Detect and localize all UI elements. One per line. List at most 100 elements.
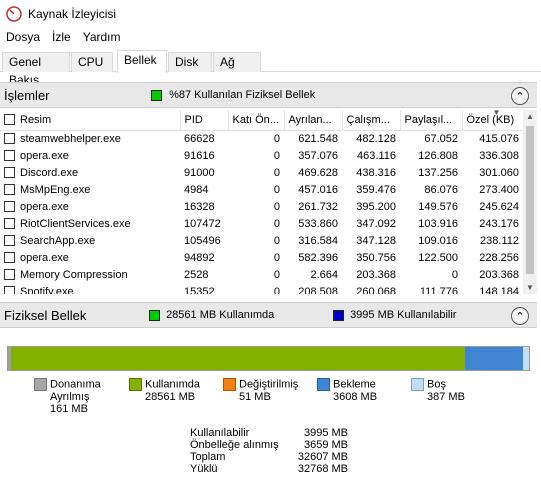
- table-row[interactable]: MsMpEng.exe 4984 0 457.016 359.476 86.076 273.…: [0, 181, 523, 198]
- table-header-row: Resim PID Katı Ön... Ayrılan... Çalışm..…: [0, 110, 523, 131]
- table-row[interactable]: steamwebhelper.exe 66628 0 621.548 482.128 67…: [0, 130, 523, 147]
- column-header-hard-faults[interactable]: Katı Ön...: [228, 110, 285, 131]
- stat-cached: Önbelleğe alınmış 3659 MB: [190, 439, 348, 451]
- stat-available: Kullanılabilir 3995 MB: [190, 427, 348, 439]
- table-row[interactable]: opera.exe 16328 0 261.732 395.200 149.576 245.…: [0, 198, 523, 215]
- row-checkbox[interactable]: [4, 184, 15, 196]
- table-cell: 0: [273, 251, 280, 264]
- table-row[interactable]: Memory Compression 2528 0 2.664 203.368 0 203.…: [0, 266, 523, 283]
- scroll-down-arrow-icon[interactable]: ▼: [523, 283, 537, 292]
- menu-bar: Dosya İzle Yardım: [0, 28, 127, 46]
- process-name-cell: opera.exe: [0, 147, 180, 164]
- table-cell: 111.776: [419, 285, 458, 295]
- table-cell: 15352: [184, 285, 215, 295]
- table-cell: 91616: [184, 149, 215, 162]
- table-cell: 260.068: [356, 285, 396, 295]
- table-cell: 203.368: [356, 268, 396, 281]
- column-header-commit[interactable]: Ayrılan...: [284, 110, 343, 131]
- table-cell: 0: [273, 200, 280, 213]
- column-header-working-set[interactable]: Çalışm...: [342, 110, 401, 131]
- table-cell: 245.624: [479, 200, 519, 213]
- memory-bar-segment: [522, 347, 529, 370]
- collapse-physical-memory-button[interactable]: ⌃: [511, 307, 529, 325]
- legend-free: Boş 387 MB: [411, 378, 465, 403]
- row-checkbox[interactable]: [4, 269, 15, 281]
- row-checkbox[interactable]: [4, 201, 15, 213]
- tab-memory[interactable]: Bellek: [117, 50, 167, 73]
- processes-header[interactable]: İşlemler %87 Kullanılan Fiziksel Bellek …: [0, 82, 537, 108]
- row-checkbox[interactable]: [4, 133, 15, 145]
- table-cell: 582.396: [298, 251, 338, 264]
- table-cell: 316.584: [298, 234, 338, 247]
- tab-cpu[interactable]: CPU: [71, 52, 113, 72]
- row-checkbox[interactable]: [4, 252, 15, 264]
- stat-installed: Yüklü 32768 MB: [190, 463, 348, 475]
- table-cell: 66628: [184, 132, 215, 145]
- menu-view[interactable]: İzle: [52, 30, 71, 44]
- legend-modified: Değiştirilmiş 51 MB: [223, 378, 298, 403]
- table-cell: 621.548: [298, 132, 338, 145]
- menu-file[interactable]: Dosya: [6, 30, 40, 44]
- process-name-cell: SearchApp.exe: [0, 232, 180, 249]
- physical-memory-title: Fiziksel Bellek: [4, 307, 87, 323]
- chevron-up-icon: ⌃: [515, 90, 525, 103]
- table-cell: 103.916: [418, 217, 458, 230]
- column-header-private[interactable]: ▼ Özel (KB): [462, 110, 523, 131]
- table-cell: 0: [273, 132, 280, 145]
- table-cell: 347.128: [356, 234, 396, 247]
- table-cell: 336.308: [479, 149, 519, 162]
- legend-swatch: [317, 378, 330, 391]
- table-cell: 395.200: [356, 200, 396, 213]
- column-header-image[interactable]: Resim: [0, 110, 181, 131]
- table-cell: 347.092: [356, 217, 396, 230]
- table-cell: 94892: [184, 251, 215, 264]
- scroll-thumb[interactable]: [526, 126, 534, 274]
- process-name-cell: Discord.exe: [0, 164, 180, 181]
- table-row[interactable]: Discord.exe 91000 0 469.628 438.316 137.256 30…: [0, 164, 523, 181]
- row-checkbox[interactable]: [4, 167, 15, 179]
- table-cell: 86.076: [424, 183, 458, 196]
- memory-usage-bar: [7, 346, 530, 371]
- table-cell: 463.116: [357, 149, 396, 162]
- row-checkbox[interactable]: [4, 218, 15, 230]
- tab-strip: Genel Bakış CPU Bellek Disk Ağ: [0, 50, 541, 87]
- table-cell: 0: [273, 183, 280, 196]
- menu-help[interactable]: Yardım: [83, 30, 121, 44]
- select-all-checkbox[interactable]: [4, 114, 15, 126]
- column-header-pid[interactable]: PID: [180, 110, 229, 131]
- in-use-swatch: [149, 309, 160, 321]
- row-checkbox[interactable]: [4, 286, 15, 294]
- table-cell: 359.476: [356, 183, 396, 196]
- table-row[interactable]: opera.exe 91616 0 357.076 463.116 126.808 336.…: [0, 147, 523, 164]
- table-cell: 0: [273, 217, 280, 230]
- table-row[interactable]: Spotify.exe 15352 0 208.508 260.068 111.776 14…: [0, 283, 523, 294]
- table-cell: 415.076: [479, 132, 519, 145]
- available-label: 3995 MB Kullanılabilir: [350, 309, 457, 321]
- scroll-up-arrow-icon[interactable]: ▲: [523, 112, 537, 121]
- tab-overview[interactable]: Genel Bakış: [2, 52, 70, 87]
- title-bar: Kaynak İzleyicisi: [0, 0, 541, 27]
- status-swatch: [151, 89, 162, 101]
- table-cell: 148.184: [479, 285, 519, 295]
- in-use-label: 28561 MB Kullanımda: [166, 309, 275, 321]
- table-cell: 243.176: [479, 217, 519, 230]
- process-name-cell: MsMpEng.exe: [0, 181, 180, 198]
- window-title: Kaynak İzleyicisi: [28, 6, 117, 21]
- row-checkbox[interactable]: [4, 150, 15, 162]
- column-header-shareable[interactable]: Paylaşıl...: [400, 110, 463, 131]
- physical-memory-header[interactable]: Fiziksel Bellek 28561 MB Kullanımda 3995…: [0, 302, 537, 328]
- tab-disk[interactable]: Disk: [168, 52, 212, 72]
- tab-network[interactable]: Ağ: [213, 52, 261, 72]
- table-row[interactable]: SearchApp.exe 105496 0 316.584 347.128 109.01…: [0, 232, 523, 249]
- table-cell: 0: [273, 166, 280, 179]
- stat-total: Toplam 32607 MB: [190, 451, 348, 463]
- collapse-processes-button[interactable]: ⌃: [511, 87, 529, 105]
- table-cell: 107472: [184, 217, 221, 230]
- table-row[interactable]: opera.exe 94892 0 582.396 350.756 122.500 228.…: [0, 249, 523, 266]
- processes-scrollbar[interactable]: ▲ ▼: [523, 110, 537, 294]
- table-row[interactable]: RiotClientServices.exe 107472 0 533.860 347.…: [0, 215, 523, 232]
- table-cell: 122.500: [418, 251, 458, 264]
- processes-title: İşlemler: [4, 87, 50, 103]
- table-cell: 67.052: [424, 132, 458, 145]
- row-checkbox[interactable]: [4, 235, 15, 247]
